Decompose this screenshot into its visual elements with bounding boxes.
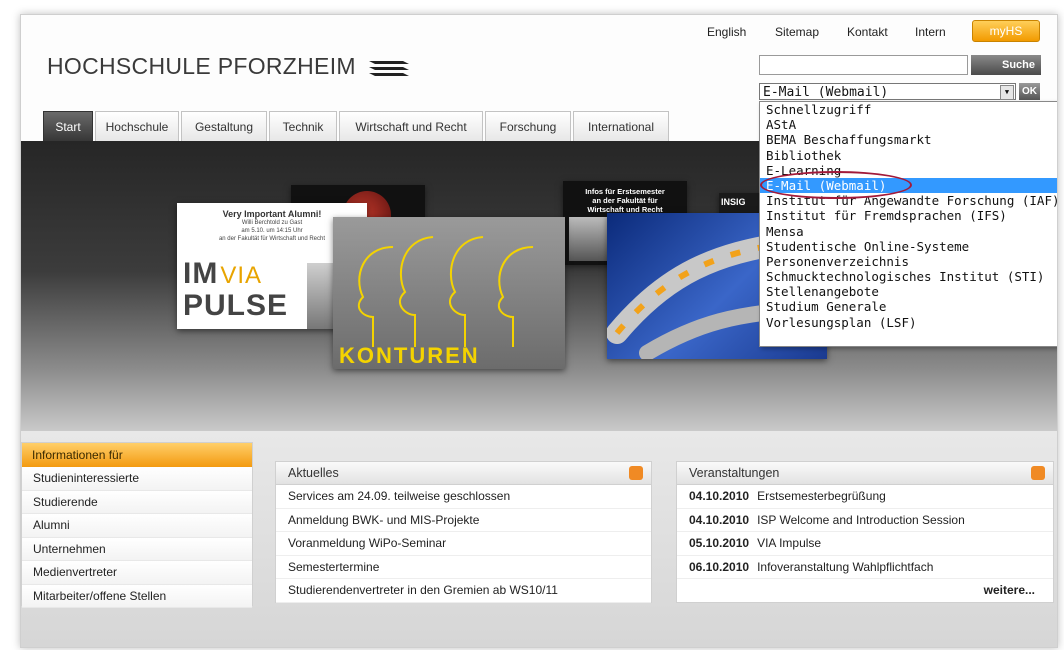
impulse-logo: IMVIA PULSE — [183, 259, 288, 321]
info-item-studieninteressierte[interactable]: Studieninteressierte — [22, 467, 252, 491]
events-panel: Veranstaltungen 04.10.2010 Erstsemesterbe… — [676, 461, 1054, 603]
info-item-mitarbeiter[interactable]: Mitarbeiter/offene Stellen — [22, 584, 252, 608]
chevron-down-icon[interactable]: ▼ — [1000, 85, 1014, 100]
info-item-alumni[interactable]: Alumni — [22, 514, 252, 538]
lower-content: Informationen für Studieninteressierte S… — [21, 431, 1057, 647]
link-english[interactable]: English — [707, 25, 746, 39]
ok-button[interactable]: OK — [1019, 83, 1040, 100]
logo-text: HOCHSCHULE PFORZHEIM — [47, 53, 356, 79]
event-item[interactable]: 06.10.2010 Infoveranstaltung Wahlpflichtf… — [677, 556, 1053, 579]
info-item-medienvertreter[interactable]: Medienvertreter — [22, 561, 252, 585]
events-title: Veranstaltungen — [689, 466, 780, 480]
rss-icon[interactable] — [629, 466, 643, 480]
infos-line1: Infos für Erstsemester — [585, 187, 665, 196]
impulse-via: VIA — [220, 262, 263, 289]
tab-gestaltung[interactable]: Gestaltung — [181, 111, 267, 142]
news-header: Aktuelles — [276, 462, 651, 485]
dropdown-option[interactable]: E-Learning — [760, 163, 1057, 178]
tab-wirtschaft-und-recht[interactable]: Wirtschaft und Recht — [339, 111, 483, 142]
news-panel: Aktuelles Services am 24.09. teilweise g… — [275, 461, 652, 603]
tab-hochschule[interactable]: Hochschule — [95, 111, 179, 142]
dropdown-option[interactable]: Studentische Online-Systeme — [760, 239, 1057, 254]
select-value: E-Mail (Webmail) — [763, 85, 889, 100]
dropdown-option[interactable]: Bibliothek — [760, 148, 1057, 163]
search-button[interactable]: Suche — [971, 55, 1041, 75]
infos-photo — [569, 217, 609, 261]
myhs-button[interactable]: myHS — [972, 20, 1040, 42]
dropdown-option[interactable]: AStA — [760, 117, 1057, 132]
news-item[interactable]: Semestertermine — [276, 556, 651, 579]
logo[interactable]: HOCHSCHULE PFORZHEIM — [47, 53, 409, 80]
top-links: English Sitemap Kontakt Intern — [21, 25, 1057, 45]
event-date: 04.10.2010 — [689, 512, 750, 527]
quickaccess-dropdown-list: Schnellzugriff AStA BEMA Beschaffungsmar… — [759, 101, 1057, 347]
dropdown-option-selected[interactable]: E-Mail (Webmail) — [760, 177, 1057, 194]
news-item[interactable]: Services am 24.09. teilweise geschlossen — [276, 485, 651, 509]
dropdown-option[interactable]: Vorlesungsplan (LSF) — [760, 315, 1057, 330]
link-sitemap[interactable]: Sitemap — [775, 25, 819, 39]
event-title: VIA Impulse — [757, 536, 822, 550]
event-date: 05.10.2010 — [689, 536, 750, 550]
hero-card-konturen[interactable]: KONTUREN — [333, 217, 565, 369]
info-item-unternehmen[interactable]: Unternehmen — [22, 537, 252, 561]
event-title: Infoveranstaltung Wahlpflichtfach — [757, 559, 934, 574]
dropdown-option[interactable]: Schnellzugriff — [760, 102, 1057, 117]
tab-start[interactable]: Start — [43, 111, 93, 142]
link-intern[interactable]: Intern — [915, 25, 946, 39]
impulse-im: IM — [183, 257, 219, 290]
event-date: 04.10.2010 — [689, 489, 750, 503]
dropdown-option[interactable]: Schmucktechnologisches Institut (STI) — [760, 269, 1057, 284]
dropdown-option[interactable]: Institut für Fremdsprachen (IFS) — [760, 208, 1057, 223]
event-item[interactable]: 04.10.2010 Erstsemesterbegrüßung — [677, 485, 1053, 509]
dropdown-option[interactable]: Institut für Angewandte Forschung (IAF) — [760, 193, 1057, 208]
news-title: Aktuelles — [288, 466, 339, 480]
link-kontakt[interactable]: Kontakt — [847, 25, 888, 39]
event-item[interactable]: 04.10.2010 ISP Welcome and Introduction S… — [677, 509, 1053, 532]
tab-technik[interactable]: Technik — [269, 111, 337, 142]
dropdown-option[interactable]: Studium Generale — [760, 299, 1057, 314]
events-header: Veranstaltungen — [677, 462, 1053, 485]
quickaccess-select[interactable]: E-Mail (Webmail) ▼ — [759, 83, 1016, 100]
dropdown-option[interactable]: Stellenangebote — [760, 284, 1057, 299]
tab-international[interactable]: International — [573, 111, 669, 142]
konturen-label: KONTUREN — [339, 343, 480, 368]
rss-icon[interactable] — [1031, 466, 1045, 480]
event-title: Erstsemesterbegrüßung — [757, 489, 886, 503]
info-for-header: Informationen für — [22, 443, 252, 467]
dropdown-option[interactable]: Personenverzeichnis — [760, 254, 1057, 269]
news-item[interactable]: Anmeldung BWK- und MIS-Projekte — [276, 509, 651, 532]
more-events-link[interactable]: weitere... — [677, 579, 1053, 601]
event-date: 06.10.2010 — [689, 559, 750, 574]
info-item-studierende[interactable]: Studierende — [22, 490, 252, 514]
info-for-box: Informationen für Studieninteressierte S… — [21, 442, 253, 608]
news-item[interactable]: Voranmeldung WiPo-Seminar — [276, 532, 651, 556]
insight-label: INSIG — [721, 197, 746, 207]
event-item[interactable]: 05.10.2010 VIA Impulse — [677, 532, 1053, 556]
dropdown-option[interactable]: Mensa — [760, 224, 1057, 239]
impulse-pulse: PULSE — [183, 289, 289, 322]
news-item[interactable]: Studierendenvertreter in den Gremien ab … — [276, 579, 651, 603]
tab-forschung[interactable]: Forschung — [485, 111, 571, 142]
dropdown-option[interactable]: BEMA Beschaffungsmarkt — [760, 132, 1057, 147]
search-input[interactable] — [759, 55, 968, 75]
logo-mark-icon — [368, 60, 409, 76]
browser-page: English Sitemap Kontakt Intern myHS HOCH… — [20, 14, 1058, 648]
event-title: ISP Welcome and Introduction Session — [757, 512, 965, 527]
infos-line2: an der Fakultät für — [592, 196, 658, 205]
